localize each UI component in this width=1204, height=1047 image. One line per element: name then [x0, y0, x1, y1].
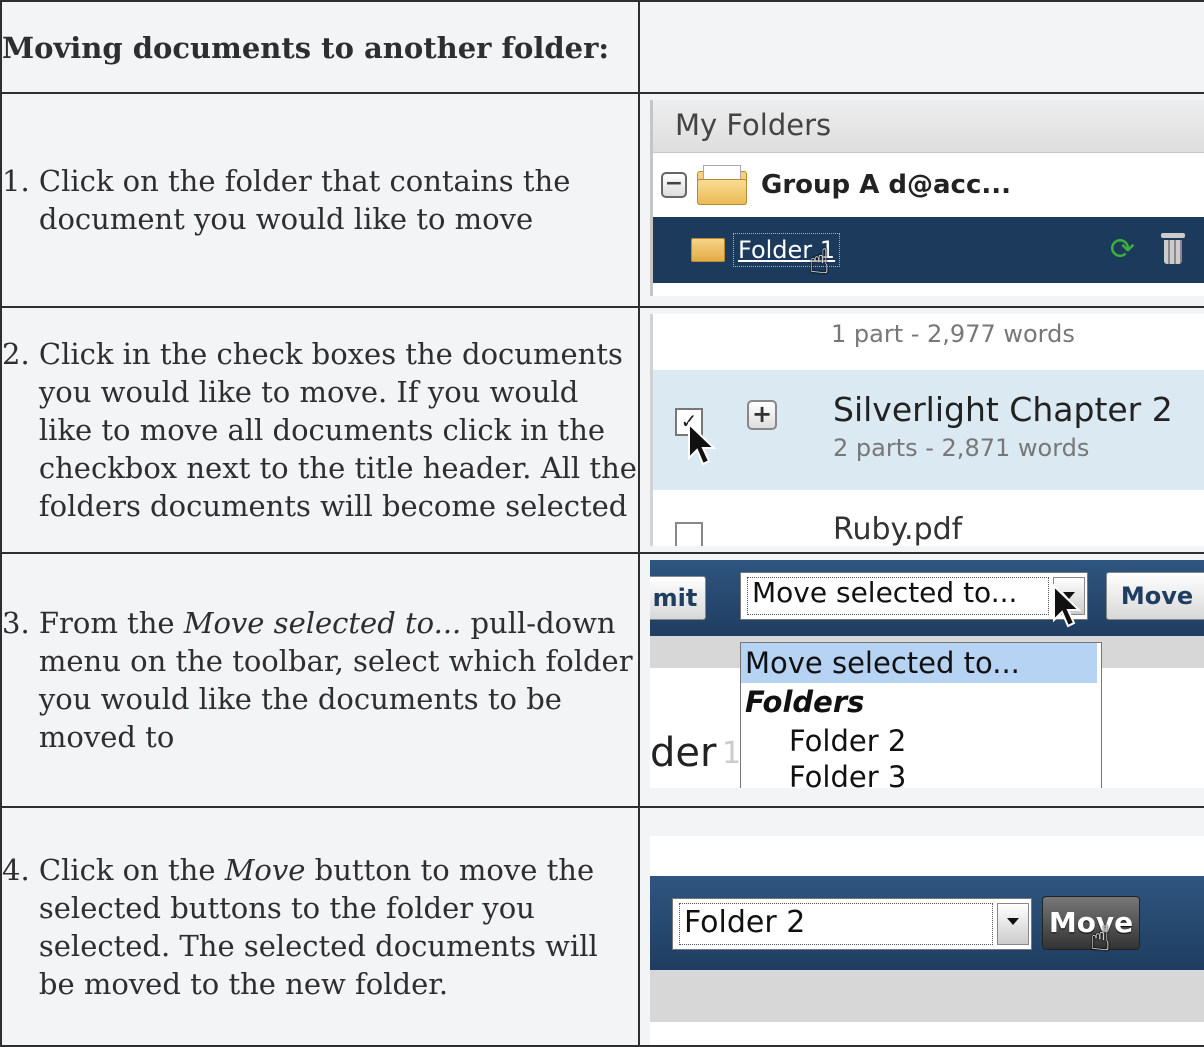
hand-cursor-icon: ☝: [809, 242, 830, 282]
header-cell: Moving documents to another folder:: [0, 0, 640, 94]
document-row[interactable]: ✓ + Silverlight Chapter 2 2 parts - 2,87…: [653, 370, 1203, 490]
header-empty-cell: [638, 0, 1204, 94]
step-text: Click in the check boxes the documents y…: [38, 337, 637, 523]
option-group-folders: Folders: [745, 685, 865, 719]
dropdown-arrow-icon[interactable]: [997, 903, 1029, 945]
arrow-cursor-icon: [688, 422, 717, 466]
next-document-checkbox[interactable]: [675, 522, 703, 546]
folder-item-selected[interactable]: Folder 1 ⟳ ☝: [653, 217, 1203, 283]
emphasis-button-name: Move: [224, 852, 306, 887]
option-folder-3[interactable]: Folder 3: [789, 759, 906, 788]
option-move-selected[interactable]: Move selected to...: [741, 643, 1097, 683]
step-3-text-cell: 3. From the Move selected to... pull-dow…: [0, 552, 640, 808]
toolbar-band: [650, 970, 1203, 1022]
step-4: 4. Click on the Move button to move the …: [2, 851, 637, 1003]
step-row-1: 1. Click on the folder that contains the…: [0, 92, 1204, 308]
step-number: 2.: [2, 337, 30, 371]
step-number: 3.: [2, 606, 30, 640]
step-2: 2. Click in the check boxes the document…: [2, 335, 637, 525]
trash-icon[interactable]: [1161, 233, 1185, 265]
document-title[interactable]: Silverlight Chapter 2: [833, 390, 1173, 429]
section-title: Moving documents to another folder:: [2, 30, 610, 65]
refresh-icon[interactable]: ⟳: [1110, 235, 1135, 265]
step-4-text-cell: 4. Click on the Move button to move the …: [0, 806, 640, 1047]
expand-icon[interactable]: +: [747, 400, 777, 430]
step-1-screenshot-cell: My Folders − Group A d@acc... Folder 1 ⟳…: [638, 92, 1204, 308]
hand-cursor-icon: ☝: [1090, 919, 1111, 959]
folder-select[interactable]: Folder 2: [672, 898, 1032, 950]
move-selected-select[interactable]: Move selected to...: [740, 572, 1088, 620]
toolbar-dropdown-panel: mit Move selected to... Move der 1 Move …: [650, 560, 1203, 788]
emphasis-menu-name: Move selected to...: [183, 606, 462, 640]
step-1-text-cell: 1. Click on the folder that contains the…: [0, 92, 640, 308]
step-text: Click on the Move button to move the sel…: [38, 852, 598, 1001]
step-3: 3. From the Move selected to... pull-dow…: [2, 604, 637, 756]
folder-icon: [691, 238, 725, 262]
step-1: 1. Click on the folder that contains the…: [2, 162, 637, 238]
header-row: Moving documents to another folder:: [0, 0, 1204, 94]
panel-title: My Folders: [653, 100, 1203, 153]
step-text: From the Move selected to... pull-down m…: [38, 606, 633, 754]
toolbar: Folder 2 Move ☝: [650, 876, 1203, 970]
prev-doc-meta: 1 part - 2,977 words: [831, 320, 1075, 348]
instructions-table: Moving documents to another folder: 1. C…: [0, 0, 1204, 1047]
option-folder-2[interactable]: Folder 2: [789, 723, 906, 759]
step-row-3: 3. From the Move selected to... pull-dow…: [0, 552, 1204, 808]
dropdown-menu: Move selected to... Folders Folder 2 Fol…: [740, 642, 1102, 788]
step-number: 1.: [2, 164, 30, 198]
background-number: 1: [722, 736, 742, 771]
toolbar: mit Move selected to... Move: [650, 560, 1203, 636]
document-list-panel: 1 part - 2,977 words ✓ + Silverlight Cha…: [650, 314, 1203, 546]
document-meta: 2 parts - 2,871 words: [833, 434, 1090, 462]
step-2-text-cell: 2. Click in the check boxes the document…: [0, 306, 640, 554]
step-3-screenshot-cell: mit Move selected to... Move der 1 Move …: [638, 552, 1204, 808]
collapse-icon[interactable]: −: [661, 172, 687, 198]
my-folders-panel: My Folders − Group A d@acc... Folder 1 ⟳…: [650, 100, 1203, 296]
step-2-screenshot-cell: 1 part - 2,977 words ✓ + Silverlight Cha…: [638, 306, 1204, 554]
submit-button-partial[interactable]: mit: [650, 576, 706, 620]
step-4-screenshot-cell: Folder 2 Move ☝: [638, 806, 1204, 1047]
step-row-2: 2. Click in the check boxes the document…: [0, 306, 1204, 554]
next-document-title[interactable]: Ruby.pdf: [833, 512, 962, 546]
step-number: 4.: [2, 852, 30, 887]
group-label: Group A d@acc...: [761, 170, 1011, 200]
folder-group-row[interactable]: − Group A d@acc...: [653, 153, 1203, 217]
background-text: der: [650, 730, 717, 776]
move-button[interactable]: Move: [1106, 572, 1203, 620]
step-row-4: 4. Click on the Move button to move the …: [0, 806, 1204, 1047]
select-value: Move selected to...: [747, 577, 1049, 615]
step-text: Click on the folder that contains the do…: [38, 164, 571, 236]
select-value: Folder 2: [679, 903, 993, 945]
folder-open-icon: [697, 165, 747, 205]
toolbar-move-panel: Folder 2 Move ☝: [650, 836, 1203, 1044]
arrow-cursor-icon: [1053, 584, 1082, 628]
